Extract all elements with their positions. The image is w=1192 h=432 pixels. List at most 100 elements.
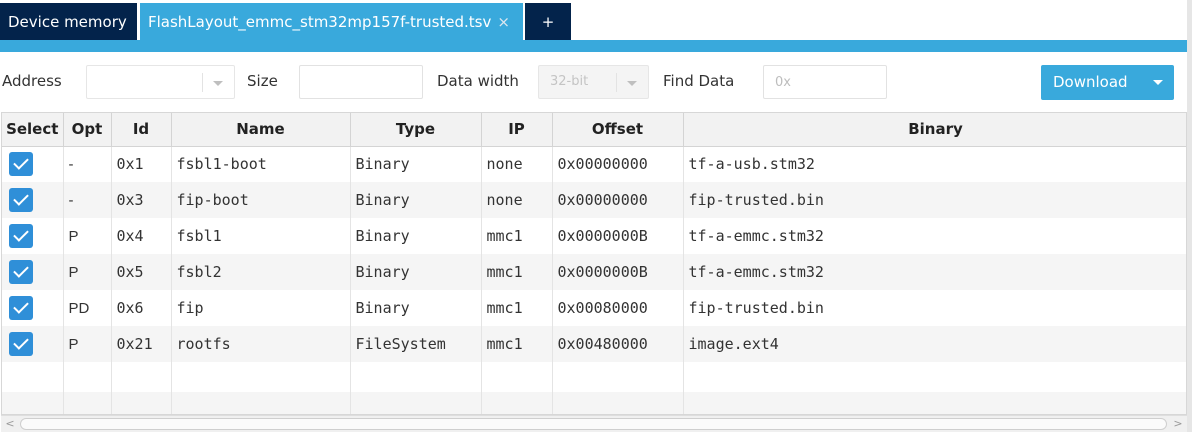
ip-cell: mmc1 [481, 326, 553, 362]
scroll-right-icon[interactable]: > [1172, 418, 1184, 430]
name-cell: fsbl2 [171, 254, 351, 290]
find-data-label: Find Data [663, 72, 735, 90]
data-width-label: Data width [437, 72, 519, 90]
tab-bar: Device memory FlashLayout_emmc_stm32mp15… [0, 0, 1192, 40]
row-checkbox[interactable] [9, 332, 33, 356]
type-cell: Binary [350, 146, 482, 182]
row-checkbox[interactable] [9, 260, 33, 284]
ip-cell: none [481, 182, 553, 218]
column-header-name[interactable]: Name [171, 113, 351, 147]
column-header-offset[interactable]: Offset [552, 113, 684, 147]
column-header-id[interactable]: Id [111, 113, 172, 147]
opt-cell: PD [63, 290, 112, 326]
close-icon[interactable]: × [497, 13, 510, 31]
select-cell [2, 290, 64, 326]
chevron-down-icon [627, 81, 637, 86]
type-cell: Binary [350, 290, 482, 326]
row-checkbox[interactable] [9, 296, 33, 320]
chevron-down-icon[interactable] [213, 81, 223, 86]
tab-flashlayout[interactable]: FlashLayout_emmc_stm32mp157f-trusted.tsv… [140, 3, 523, 40]
row-checkbox[interactable] [9, 224, 33, 248]
size-label: Size [247, 72, 278, 90]
scrollbar-thumb[interactable] [20, 418, 1167, 430]
type-cell: Binary [350, 218, 482, 254]
binary-cell[interactable]: tf-a-emmc.stm32 [683, 218, 1186, 254]
size-input[interactable] [299, 65, 423, 99]
empty-row [2, 392, 1186, 414]
select-cell [2, 182, 64, 218]
opt-cell: P [63, 326, 112, 362]
column-header-select[interactable]: Select [2, 113, 64, 147]
scroll-left-icon[interactable]: < [4, 418, 16, 430]
id-cell: 0x5 [111, 254, 172, 290]
plus-icon: + [541, 12, 555, 31]
offset-cell: 0x0000000B [552, 218, 684, 254]
offset-cell: 0x00480000 [552, 326, 684, 362]
table-row[interactable]: P 0x21 rootfs FileSystem mmc1 0x00480000… [2, 326, 1186, 362]
column-header-binary[interactable]: Binary [683, 113, 1186, 147]
table-header: Select Opt Id Name Type IP Offset Binary [2, 113, 1186, 147]
table-row[interactable]: PD 0x6 fip Binary mmc1 0x00080000 fip-tr… [2, 290, 1186, 326]
empty-row [2, 362, 1186, 392]
combo-separator [616, 73, 617, 92]
table-row[interactable]: P 0x4 fsbl1 Binary mmc1 0x0000000B tf-a-… [2, 218, 1186, 254]
add-tab-button[interactable]: + [525, 3, 571, 40]
combo-separator [202, 73, 203, 92]
offset-cell: 0x00080000 [552, 290, 684, 326]
address-label: Address [2, 72, 62, 90]
data-width-select[interactable]: 32-bit [538, 65, 649, 99]
address-combobox[interactable] [86, 65, 235, 99]
select-cell [2, 254, 64, 290]
tab-accent-band [0, 40, 1187, 52]
find-data-placeholder: 0x [775, 75, 791, 90]
table-row[interactable]: - 0x3 fip-boot Binary none 0x00000000 fi… [2, 182, 1186, 218]
column-header-ip[interactable]: IP [481, 113, 553, 147]
binary-cell[interactable]: image.ext4 [683, 326, 1186, 362]
window-edge [1187, 0, 1192, 432]
name-cell: fsbl1 [171, 218, 351, 254]
opt-cell: P [63, 218, 112, 254]
name-cell: fip-boot [171, 182, 351, 218]
download-button[interactable]: Download [1041, 65, 1174, 100]
column-header-opt[interactable]: Opt [63, 113, 112, 147]
binary-cell[interactable]: tf-a-usb.stm32 [683, 146, 1186, 182]
tab-device-memory[interactable]: Device memory [0, 3, 137, 40]
ip-cell: none [481, 146, 553, 182]
select-cell [2, 326, 64, 362]
opt-cell: - [63, 146, 112, 182]
data-width-value: 32-bit [550, 74, 589, 89]
offset-cell: 0x0000000B [552, 254, 684, 290]
select-cell [2, 146, 64, 182]
name-cell: rootfs [171, 326, 351, 362]
row-checkbox[interactable] [9, 152, 33, 177]
table-row[interactable]: P 0x5 fsbl2 Binary mmc1 0x0000000B tf-a-… [2, 254, 1186, 290]
find-data-input[interactable]: 0x [763, 65, 887, 99]
ip-cell: mmc1 [481, 290, 553, 326]
tab-label: Device memory [8, 12, 127, 31]
download-label: Download [1053, 73, 1128, 91]
offset-cell: 0x00000000 [552, 182, 684, 218]
type-cell: Binary [350, 182, 482, 218]
ip-cell: mmc1 [481, 254, 553, 290]
partition-table: Select Opt Id Name Type IP Offset Binary… [1, 112, 1187, 415]
type-cell: Binary [350, 254, 482, 290]
select-cell [2, 218, 64, 254]
offset-cell: 0x00000000 [552, 146, 684, 182]
id-cell: 0x1 [111, 146, 172, 182]
binary-cell[interactable]: fip-trusted.bin [683, 182, 1186, 218]
name-cell: fsbl1-boot [171, 146, 351, 182]
opt-cell: P [63, 254, 112, 290]
id-cell: 0x3 [111, 182, 172, 218]
binary-cell[interactable]: tf-a-emmc.stm32 [683, 254, 1186, 290]
column-header-type[interactable]: Type [350, 113, 482, 147]
horizontal-scrollbar[interactable]: < > [1, 415, 1187, 432]
row-checkbox[interactable] [9, 188, 33, 212]
chevron-down-icon[interactable] [1153, 80, 1163, 85]
name-cell: fip [171, 290, 351, 326]
binary-cell[interactable]: fip-trusted.bin [683, 290, 1186, 326]
table-row[interactable]: - 0x1 fsbl1-boot Binary none 0x00000000 … [2, 146, 1186, 182]
id-cell: 0x6 [111, 290, 172, 326]
id-cell: 0x4 [111, 218, 172, 254]
tab-label: FlashLayout_emmc_stm32mp157f-trusted.tsv [148, 12, 492, 31]
ip-cell: mmc1 [481, 218, 553, 254]
